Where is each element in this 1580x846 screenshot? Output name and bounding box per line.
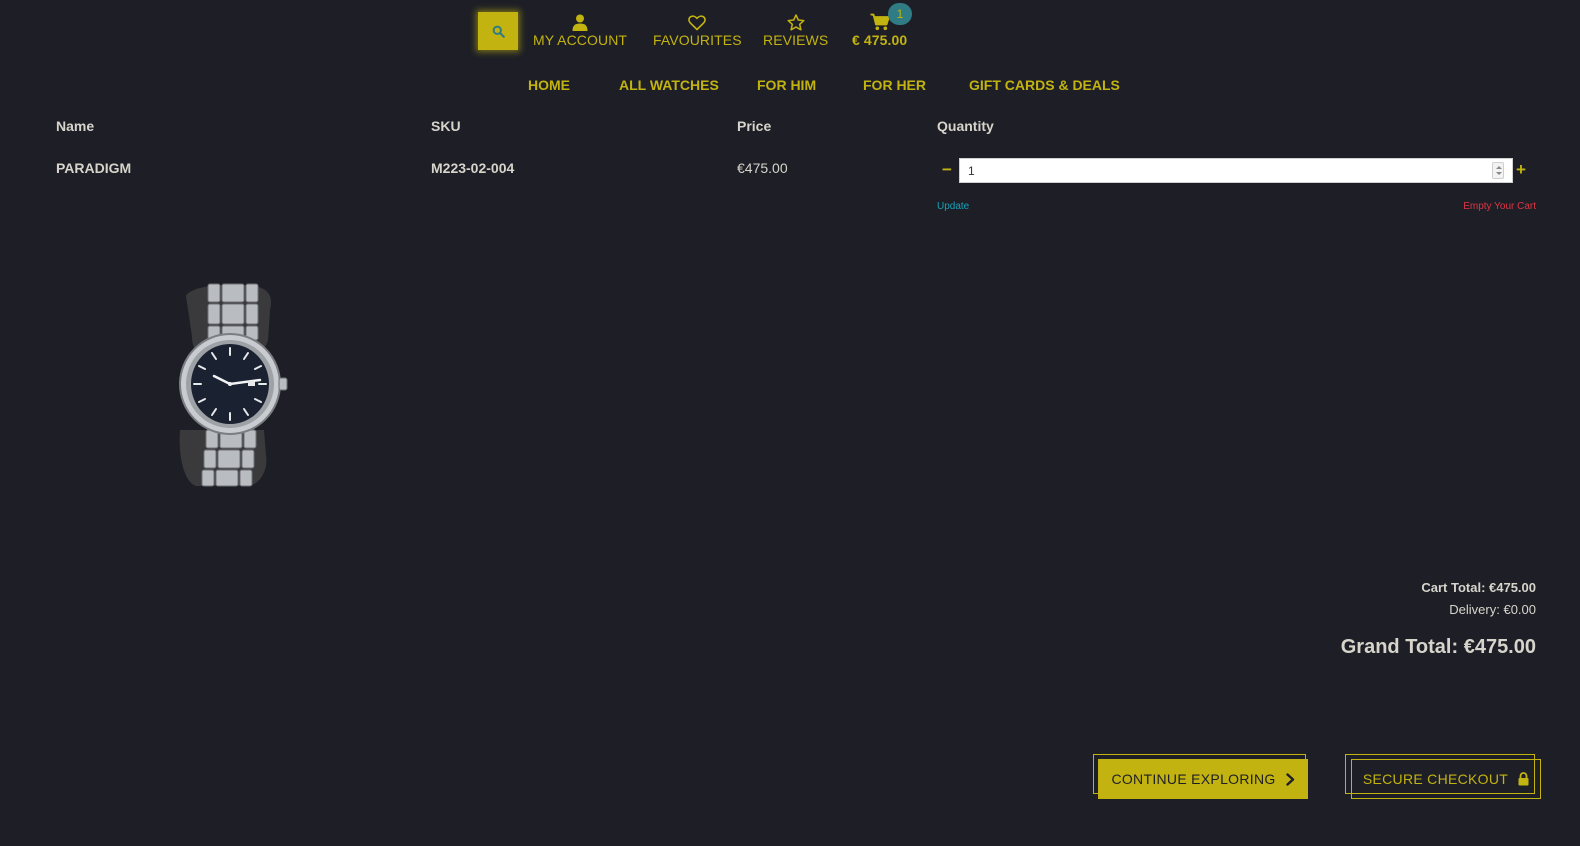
col-header-quantity: Quantity [937,118,994,134]
cart-count-badge: 1 [888,3,912,25]
search-button[interactable] [478,12,518,50]
continue-exploring-label: CONTINUE EXPLORING [1111,771,1276,787]
heart-icon [688,15,707,31]
quantity-input[interactable]: 1 [959,158,1513,183]
continue-exploring-button[interactable]: CONTINUE EXPLORING [1098,759,1308,799]
col-header-sku: SKU [431,118,461,134]
secure-checkout-label: SECURE CHECKOUT [1362,771,1509,787]
product-name: PARADIGM [56,160,132,176]
cart-total-label: € 475.00 [852,32,908,48]
nav-for-her[interactable]: FOR HER [863,77,926,93]
favourites-link[interactable]: FAVOURITES [653,11,742,48]
search-icon [492,25,505,38]
quantity-spinner[interactable] [1492,162,1504,179]
reviews-label: REVIEWS [763,32,829,48]
my-account-link[interactable]: MY ACCOUNT [533,11,627,48]
chevron-right-icon [1285,772,1294,786]
favourites-label: FAVOURITES [653,32,742,48]
nav-gift-cards-deals[interactable]: GIFT CARDS & DEALS [969,77,1120,93]
cart-total: Cart Total: €475.00 [1421,580,1536,595]
main-nav: HOME ALL WATCHES FOR HIM FOR HER GIFT CA… [0,77,1580,97]
nav-home[interactable]: HOME [528,77,570,93]
star-icon [787,14,805,31]
quantity-increase-button[interactable]: + [1516,161,1526,178]
quantity-decrease-button[interactable]: − [942,161,952,178]
quantity-value: 1 [968,163,975,178]
user-icon [572,14,588,31]
reviews-link[interactable]: REVIEWS [763,11,828,48]
nav-all-watches[interactable]: ALL WATCHES [619,77,719,93]
product-sku: M223-02-004 [431,160,515,176]
top-header: MY ACCOUNT FAVOURITES REVIEWS € 475.00 1 [0,0,1580,60]
lock-icon [1518,772,1529,786]
my-account-label: MY ACCOUNT [533,32,628,48]
product-image [179,283,288,487]
secure-checkout-button[interactable]: SECURE CHECKOUT [1351,759,1541,799]
product-price: €475.00 [737,160,788,176]
empty-cart-link[interactable]: Empty Your Cart [1463,201,1536,212]
cart-icon [870,13,890,31]
col-header-price: Price [737,118,772,134]
delivery-cost: Delivery: €0.00 [1449,602,1536,617]
grand-total: Grand Total: €475.00 [1340,636,1536,658]
nav-for-him[interactable]: FOR HIM [757,77,816,93]
update-link[interactable]: Update [937,201,969,212]
col-header-name: Name [56,118,95,134]
